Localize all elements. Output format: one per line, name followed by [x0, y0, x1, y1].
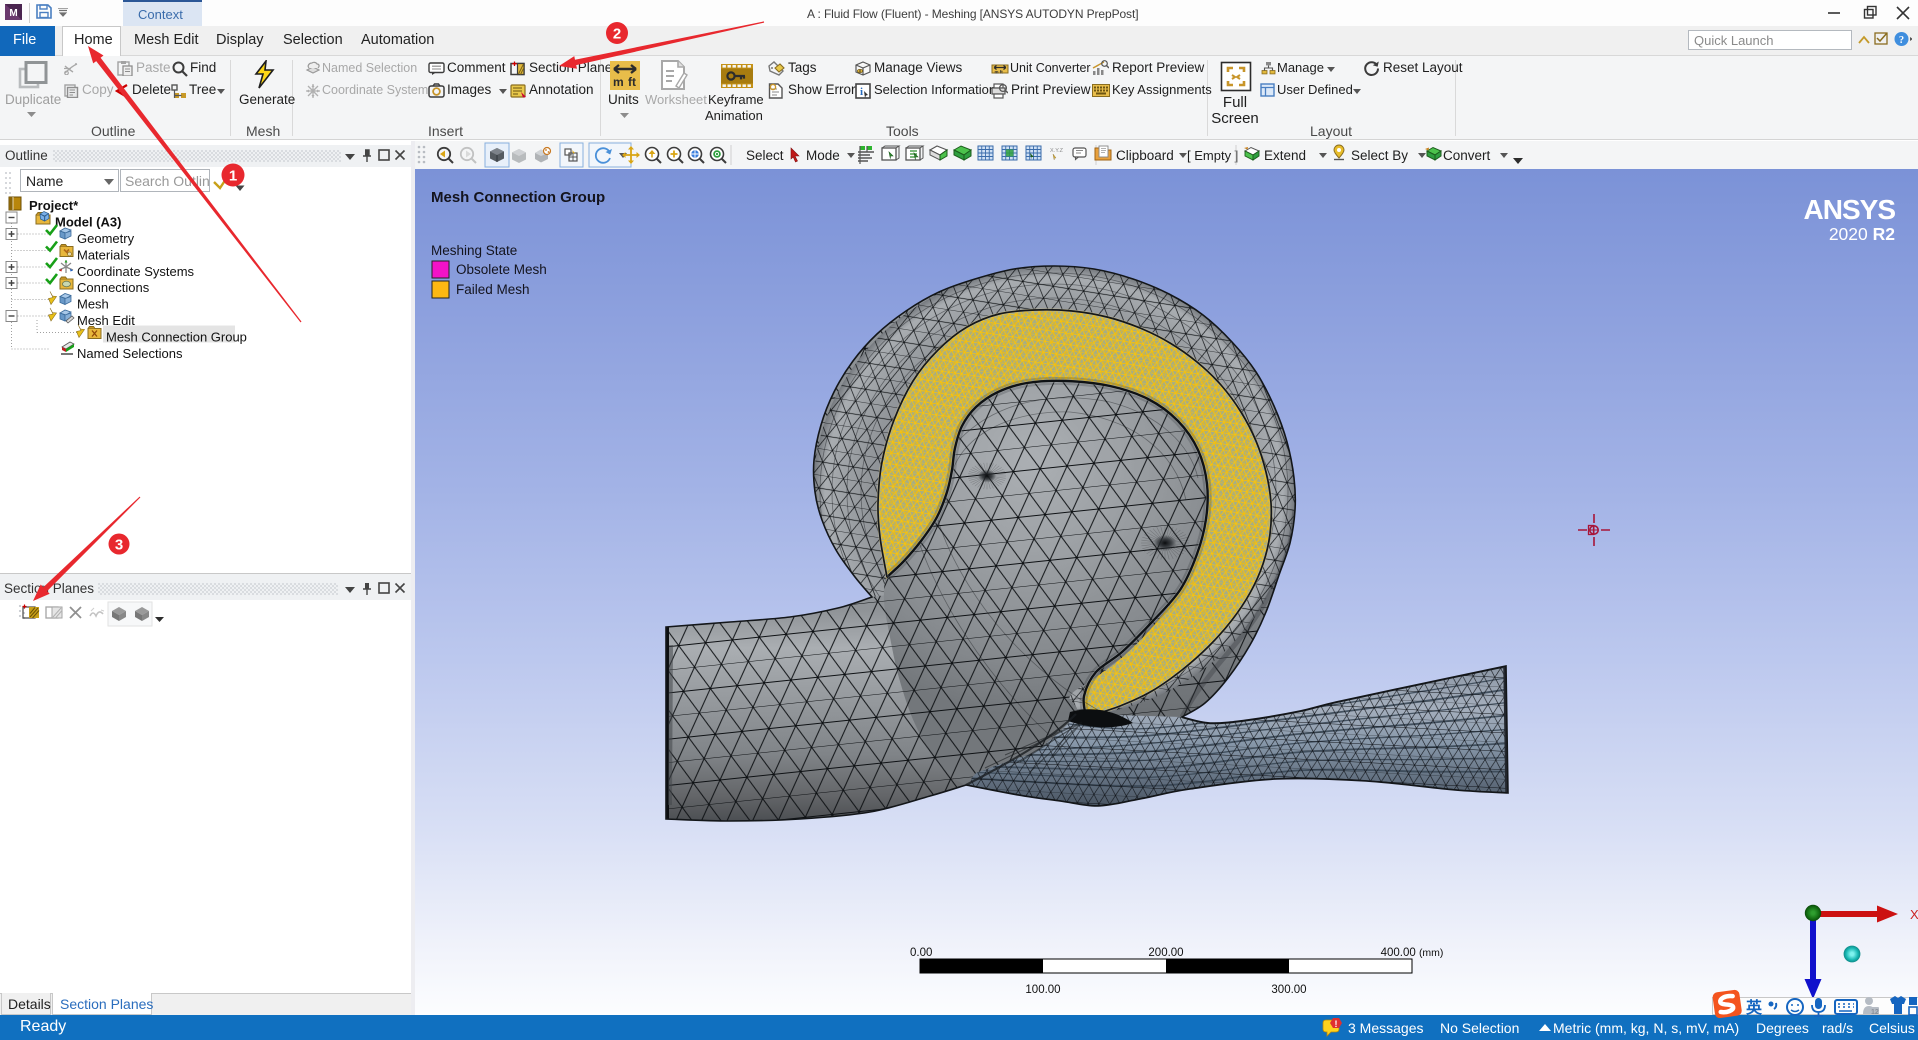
svg-text:Select: Select — [746, 148, 784, 163]
svg-text:Failed Mesh: Failed Mesh — [456, 282, 530, 297]
svg-text:Geometry: Geometry — [77, 231, 135, 246]
svg-text:Metric (mm, kg, N, s, mV, mA): Metric (mm, kg, N, s, mV, mA) — [1553, 1020, 1739, 1036]
svg-text:Meshing State: Meshing State — [431, 243, 517, 258]
svg-text:Coordinate Systems: Coordinate Systems — [77, 264, 195, 279]
svg-text:Mesh: Mesh — [77, 297, 109, 312]
svg-text:Materials: Materials — [77, 248, 130, 263]
svg-text:Obsolete Mesh: Obsolete Mesh — [456, 262, 547, 277]
svg-text:X.Y.Z: X.Y.Z — [1050, 148, 1064, 154]
svg-text:Clipboard: Clipboard — [1116, 148, 1174, 163]
svg-text:Mesh Connection Group: Mesh Connection Group — [106, 330, 247, 345]
svg-text:Degrees: Degrees — [1756, 1020, 1809, 1036]
svg-text:300.00: 300.00 — [1271, 984, 1306, 996]
svg-text:m ft: m ft — [995, 70, 1004, 75]
svg-text:M: M — [9, 8, 17, 19]
svg-text:[ Empty ]: [ Empty ] — [1187, 148, 1238, 163]
svg-text:Project*: Project* — [29, 198, 79, 213]
svg-text:No Selection: No Selection — [1440, 1020, 1519, 1036]
svg-text:Select By: Select By — [1351, 148, 1408, 163]
svg-text:Model (A3): Model (A3) — [55, 215, 121, 230]
svg-text:0.00: 0.00 — [910, 947, 932, 959]
svg-text:Connections: Connections — [77, 280, 150, 295]
svg-text:2020 R2: 2020 R2 — [1829, 224, 1895, 244]
svg-text:Mode: Mode — [806, 148, 840, 163]
svg-text:Celsius: Celsius — [1869, 1020, 1915, 1036]
svg-text:200.00: 200.00 — [1148, 947, 1183, 959]
svg-text:X: X — [1910, 907, 1918, 922]
svg-text:Convert: Convert — [1443, 148, 1491, 163]
svg-text:ft: ft — [628, 75, 636, 89]
svg-text:?: ? — [1899, 35, 1904, 46]
svg-text:rad/s: rad/s — [1822, 1020, 1853, 1036]
svg-text:ANSYS: ANSYS — [1804, 194, 1896, 225]
svg-text:12: 12 — [1871, 1009, 1879, 1016]
svg-text:100.00: 100.00 — [1025, 984, 1060, 996]
svg-text:!: ! — [1335, 1019, 1338, 1029]
svg-text:i: i — [860, 86, 863, 98]
svg-text:英: 英 — [1745, 998, 1763, 1017]
svg-text:Mesh Connection Group: Mesh Connection Group — [431, 189, 605, 206]
svg-text:Extend: Extend — [1264, 148, 1306, 163]
svg-text:3 Messages: 3 Messages — [1348, 1020, 1423, 1036]
svg-text:Named Selections: Named Selections — [77, 346, 183, 361]
svg-text:400.00 (mm): 400.00 (mm) — [1381, 947, 1444, 959]
svg-text:m: m — [613, 75, 624, 89]
